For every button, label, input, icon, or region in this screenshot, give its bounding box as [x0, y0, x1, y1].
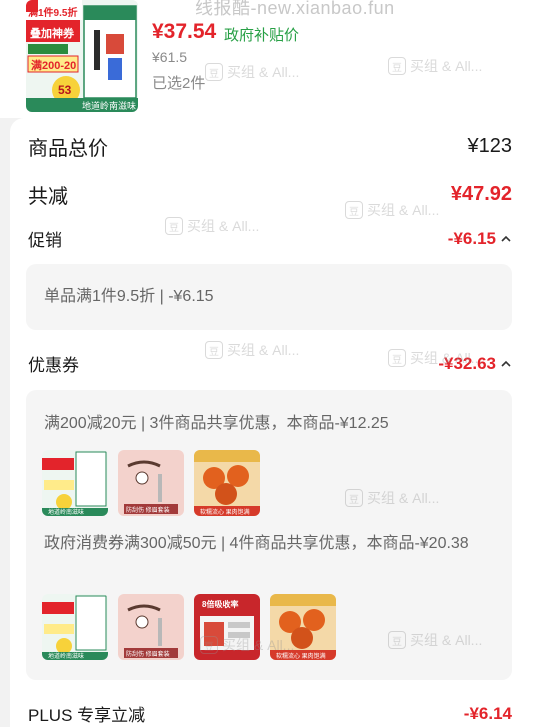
coupon-label: 优惠券	[28, 356, 79, 375]
coupon-product-thumb[interactable]: 防刮伤 修眉套装	[118, 450, 184, 516]
coupon-product-thumb[interactable]: 地道岭南滋味	[42, 450, 108, 516]
coupon-product-thumb[interactable]: 软糯流心 果肉饱满	[270, 594, 336, 660]
product-image[interactable]: 满1件9.5折 叠加神券 满200-20 53 地道岭南滋味	[26, 0, 138, 112]
total-row: 商品总价 ¥123	[28, 132, 512, 161]
reduce-value: ¥47.92	[450, 183, 512, 205]
coupon-item-text: 政府消费券满300减50元 | 4件商品共享优惠，本商品-¥20.38	[44, 535, 469, 552]
coupon-product-thumb[interactable]: 软糯流心 果肉饱满	[194, 450, 260, 516]
thumb-caption: 软糯流心 果肉饱满	[276, 654, 326, 660]
banner-badge: 53	[58, 83, 72, 97]
chevron-up-icon[interactable]	[500, 233, 512, 245]
banner-footer: 地道岭南滋味	[82, 101, 137, 111]
thumb-caption: 软糯流心 果肉饱满	[200, 510, 250, 516]
coupon-row[interactable]: 优惠券 -¥32.63	[28, 351, 512, 376]
current-price: ¥37.54	[152, 20, 217, 43]
promo-detail-text: 单品满1件9.5折 | -¥6.15	[44, 288, 214, 305]
coupon-product-thumb[interactable]: 防刮伤 修眉套装	[118, 594, 184, 660]
plus-row: PLUS 专享立减 -¥6.14	[28, 701, 512, 726]
selected-count: 已选2件	[152, 75, 206, 92]
thumb-caption: 地道岭南滋味	[48, 654, 85, 660]
promo-label: 促销	[28, 231, 62, 250]
price-detail-sheet: 商品总价 ¥123 共减 ¥47.92 促销 -¥6.15 单品满1件9.5折 …	[10, 118, 540, 727]
thumb-caption: 防刮伤 修眉套装	[126, 508, 170, 514]
coupon-value-wrap: -¥32.63	[438, 354, 512, 374]
coupon-item-text: 满200减20元 | 3件商品共享优惠，本商品-¥12.25	[44, 415, 389, 432]
promo-value: -¥6.15	[447, 228, 496, 248]
plus-value: -¥6.14	[463, 703, 512, 723]
thumb-caption: 地道岭南滋味	[48, 510, 85, 516]
original-price: ¥61.5	[152, 49, 188, 65]
coupon-detail-box: 满200减20元 | 3件商品共享优惠，本商品-¥12.25 地道岭南滋味 防刮	[26, 390, 512, 680]
banner-line1: 满1件9.5折	[28, 8, 78, 19]
banner-line3: 满200-20	[31, 60, 77, 72]
total-value: ¥123	[467, 135, 513, 157]
thumb-caption: 防刮伤 修眉套装	[126, 652, 170, 658]
plus-label: PLUS 专享立减	[28, 706, 146, 725]
total-label: 商品总价	[28, 138, 108, 160]
reduce-label: 共减	[28, 186, 68, 208]
site-watermark: 线报酷-new.xianbao.fun	[195, 0, 395, 18]
coupon-product-thumb[interactable]: 地道岭南滋味	[42, 594, 108, 660]
promo-detail-box: 单品满1件9.5折 | -¥6.15	[26, 264, 512, 330]
gov-subsidy-label: 政府补贴价	[224, 27, 300, 44]
thumb-caption: 8倍吸收率	[202, 600, 239, 609]
coupon-product-thumb[interactable]: 8倍吸收率	[194, 594, 260, 660]
product-header: 满1件9.5折 叠加神券 满200-20 53 地道岭南滋味 线报酷-new.x…	[0, 0, 540, 118]
reduce-row: 共减 ¥47.92	[28, 180, 512, 209]
coupon-value: -¥32.63	[438, 353, 496, 373]
banner-line2: 叠加神券	[30, 28, 74, 40]
promo-row[interactable]: 促销 -¥6.15	[28, 226, 512, 251]
chevron-up-icon[interactable]	[500, 358, 512, 370]
promo-value-wrap: -¥6.15	[448, 229, 512, 249]
